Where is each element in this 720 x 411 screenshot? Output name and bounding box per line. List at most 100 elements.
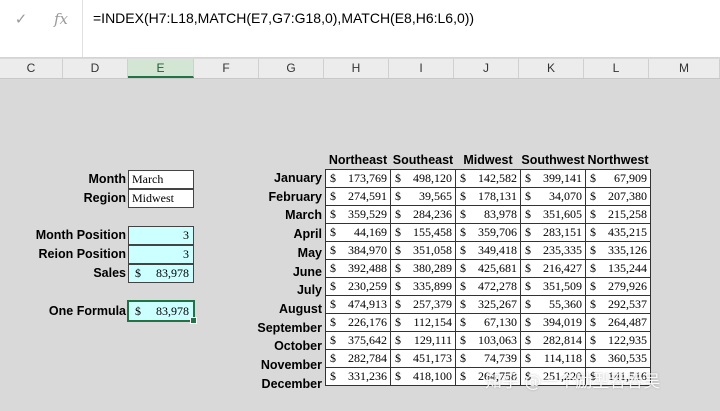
table-cell[interactable]: $360,535: [585, 349, 651, 368]
formula-input[interactable]: =INDEX(H7:L18,MATCH(E7,G7:G18,0),MATCH(E…: [93, 10, 474, 26]
table-cell[interactable]: $399,141: [520, 169, 586, 188]
table-cell[interactable]: $34,070: [520, 187, 586, 206]
table-cell[interactable]: $498,120: [390, 169, 456, 188]
confirm-icon[interactable]: ✓: [8, 8, 34, 30]
table-cell[interactable]: $178,131: [455, 187, 521, 206]
table-cell[interactable]: $279,926: [585, 277, 651, 296]
table-cell[interactable]: $351,058: [390, 241, 456, 260]
cell-value: 375,642: [348, 333, 387, 347]
column-header-i[interactable]: I: [389, 59, 454, 78]
cell-value: 472,278: [478, 279, 517, 293]
table-cell[interactable]: $67,130: [455, 313, 521, 332]
table-cell[interactable]: $226,176: [325, 313, 391, 332]
currency-symbol: $: [460, 207, 466, 221]
table-cell[interactable]: $112,154: [390, 313, 456, 332]
table-cell[interactable]: $392,488: [325, 259, 391, 278]
sales-value[interactable]: $ 83,978: [128, 264, 194, 283]
table-cell[interactable]: $472,278: [455, 277, 521, 296]
table-cell[interactable]: $142,582: [455, 169, 521, 188]
column-header-l[interactable]: L: [584, 59, 649, 78]
currency-symbol: $: [330, 369, 336, 383]
column-header-southwest: Southwest: [521, 153, 585, 167]
table-cell[interactable]: $451,173: [390, 349, 456, 368]
table-cell[interactable]: $435,215: [585, 223, 651, 242]
table-cell[interactable]: $282,814: [520, 331, 586, 350]
table-row: $282,784 $451,173 $74,739 $114,118 $360,535: [325, 349, 651, 368]
table-cell[interactable]: $257,379: [390, 295, 456, 314]
table-cell[interactable]: $230,259: [325, 277, 391, 296]
table-cell[interactable]: $359,706: [455, 223, 521, 242]
worksheet-grid[interactable]: Month March Region Midwest Month Positio…: [0, 79, 720, 411]
column-header-g[interactable]: G: [259, 59, 324, 78]
table-cell[interactable]: $282,784: [325, 349, 391, 368]
table-cell[interactable]: $216,427: [520, 259, 586, 278]
table-cell[interactable]: $418,100: [390, 367, 456, 386]
table-cell[interactable]: $380,289: [390, 259, 456, 278]
column-header-d[interactable]: D: [63, 59, 128, 78]
table-cell[interactable]: $83,978: [455, 205, 521, 224]
table-cell[interactable]: $44,169: [325, 223, 391, 242]
column-header-k[interactable]: K: [519, 59, 584, 78]
table-cell[interactable]: $103,063: [455, 331, 521, 350]
table-cell[interactable]: $207,380: [585, 187, 651, 206]
table-cell[interactable]: $39,565: [390, 187, 456, 206]
table-cell[interactable]: $359,529: [325, 205, 391, 224]
month-position-value[interactable]: 3: [128, 226, 194, 245]
table-cell[interactable]: $349,418: [455, 241, 521, 260]
column-header-j[interactable]: J: [454, 59, 519, 78]
cell-value: 67,909: [614, 171, 647, 185]
table-cell[interactable]: $235,335: [520, 241, 586, 260]
sales-label: Sales: [93, 266, 126, 280]
table-cell[interactable]: $173,769: [325, 169, 391, 188]
month-input[interactable]: March: [128, 170, 194, 189]
month-row-label: May: [297, 245, 322, 260]
cell-value: 351,605: [543, 207, 582, 221]
region-position-value[interactable]: 3: [128, 245, 194, 264]
month-row-label: November: [260, 358, 322, 372]
table-cell[interactable]: $67,909: [585, 169, 651, 188]
column-header-m[interactable]: M: [649, 59, 720, 78]
table-cell[interactable]: $55,360: [520, 295, 586, 314]
table-cell[interactable]: $325,267: [455, 295, 521, 314]
table-cell[interactable]: $135,244: [585, 259, 651, 278]
table-cell[interactable]: $425,681: [455, 259, 521, 278]
cell-value: 279,926: [608, 279, 647, 293]
table-cell[interactable]: $394,019: [520, 313, 586, 332]
column-header-row: C D E F G H I J K L M: [0, 59, 720, 79]
fx-icon[interactable]: fx: [48, 8, 74, 30]
table-cell[interactable]: $384,970: [325, 241, 391, 260]
one-formula-value[interactable]: $ 83,978: [127, 300, 195, 322]
table-cell[interactable]: $215,258: [585, 205, 651, 224]
column-header-f[interactable]: F: [194, 59, 259, 78]
currency-symbol: $: [460, 369, 466, 383]
table-cell[interactable]: $264,487: [585, 313, 651, 332]
table-cell[interactable]: $283,151: [520, 223, 586, 242]
table-cell[interactable]: $274,591: [325, 187, 391, 206]
currency-symbol: $: [525, 297, 531, 311]
table-cell[interactable]: $351,509: [520, 277, 586, 296]
table-cell[interactable]: $331,236: [325, 367, 391, 386]
table-cell[interactable]: $74,739: [455, 349, 521, 368]
region-input[interactable]: Midwest: [128, 189, 194, 208]
table-cell[interactable]: $351,605: [520, 205, 586, 224]
column-header-e[interactable]: E: [128, 59, 194, 78]
table-cell[interactable]: $155,458: [390, 223, 456, 242]
currency-symbol: $: [590, 225, 596, 239]
table-cell[interactable]: $129,111: [390, 331, 456, 350]
table-cell[interactable]: $114,118: [520, 349, 586, 368]
fill-handle[interactable]: [190, 317, 197, 324]
table-cell[interactable]: $284,236: [390, 205, 456, 224]
table-cell[interactable]: $292,537: [585, 295, 651, 314]
month-label: Month: [88, 172, 126, 186]
table-cell[interactable]: $335,126: [585, 241, 651, 260]
one-formula-label: One Formula: [48, 304, 126, 318]
table-cell[interactable]: $375,642: [325, 331, 391, 350]
column-header-c[interactable]: C: [0, 59, 63, 78]
table-cell[interactable]: $122,935: [585, 331, 651, 350]
table-cell[interactable]: $335,899: [390, 277, 456, 296]
cell-value: 392,488: [348, 261, 387, 275]
table-cell[interactable]: $474,913: [325, 295, 391, 314]
column-header-southeast: Southeast: [392, 153, 454, 167]
cell-value: 39,565: [419, 189, 452, 203]
column-header-h[interactable]: H: [324, 59, 389, 78]
